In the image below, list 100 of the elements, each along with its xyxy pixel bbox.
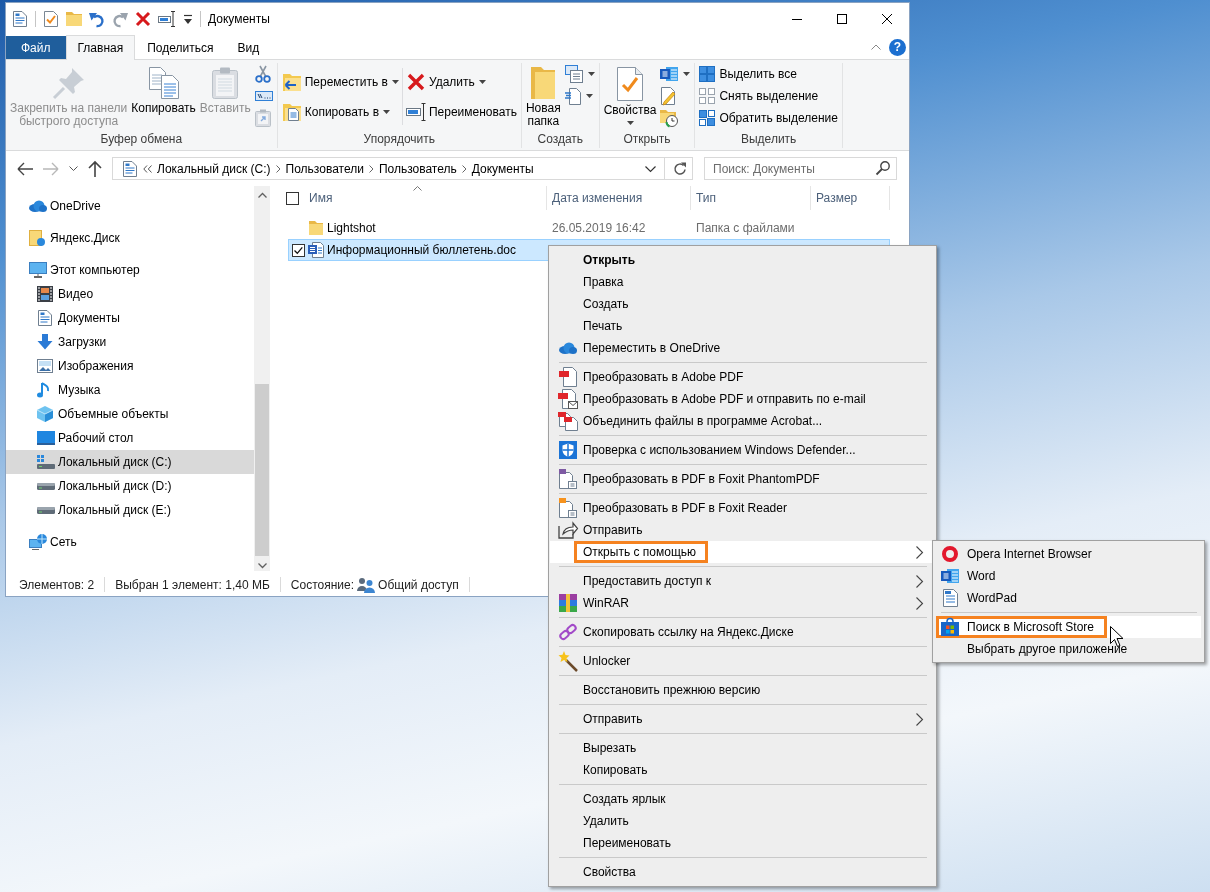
menu-item[interactable]: Отправить (550, 708, 935, 730)
ribbon-button[interactable] (564, 85, 595, 107)
menu-item[interactable]: Переместить в OneDrive (550, 337, 935, 359)
chevron-down-icon[interactable] (69, 166, 78, 171)
nav-item[interactable]: Локальный диск (E:) (6, 498, 254, 522)
back-arrow-icon[interactable] (17, 161, 33, 176)
nav-item[interactable]: Видео (6, 282, 254, 306)
scrollbar[interactable] (254, 186, 270, 571)
menu-item[interactable]: Unlocker (550, 650, 935, 672)
undo-icon[interactable] (89, 11, 105, 27)
chevron-right-icon[interactable] (275, 164, 281, 173)
menu-item[interactable]: Преобразовать в PDF в Foxit PhantomPDF (550, 468, 935, 490)
refresh-icon[interactable] (673, 161, 687, 176)
scrollbar-thumb[interactable] (255, 384, 269, 556)
chevron-down-icon[interactable] (645, 165, 656, 172)
menu-item[interactable]: Преобразовать в Adobe PDF и отправить по e-mail (550, 388, 935, 410)
menu-item[interactable]: Opera Internet Browser (936, 543, 1201, 565)
ribbon-button[interactable] (254, 63, 273, 85)
double-chevron-icon[interactable] (143, 164, 152, 173)
chevron-right-icon[interactable] (368, 164, 374, 173)
menu-item[interactable]: Переименовать (550, 832, 935, 854)
nav-item[interactable]: Локальный диск (D:) (6, 474, 254, 498)
scroll-down-icon[interactable] (257, 563, 267, 568)
nav-item[interactable]: Сеть (6, 530, 254, 554)
row-checkbox[interactable] (292, 243, 305, 257)
caret-icon[interactable] (183, 13, 193, 25)
nav-item[interactable]: Загрузки (6, 330, 254, 354)
column-header[interactable]: Дата изменения (546, 186, 690, 210)
menu-item[interactable]: Отправить (550, 519, 935, 541)
breadcrumb[interactable]: Локальный диск (C:) (157, 161, 271, 176)
nav-item[interactable]: Документы (6, 306, 254, 330)
help-button[interactable]: ? (889, 38, 906, 56)
menu-item[interactable]: Удалить (550, 810, 935, 832)
ribbon-button[interactable] (564, 63, 595, 85)
redo-icon[interactable] (112, 11, 128, 27)
cross-icon[interactable] (135, 11, 151, 27)
menu-item[interactable]: Копировать (550, 759, 935, 781)
group-label: Открыть (622, 131, 672, 148)
ribbon-button[interactable]: Новая папка (523, 63, 563, 128)
chevron-up-icon[interactable] (871, 44, 881, 50)
shopping-bag-icon (941, 618, 959, 636)
scroll-up-icon[interactable] (257, 193, 267, 198)
menu-item[interactable]: Правка (550, 271, 935, 293)
menu-item[interactable]: Скопировать ссылку на Яндекс.Диске (550, 621, 935, 643)
ribbon-tab[interactable]: Вид (225, 35, 272, 59)
nav-item[interactable]: Изображения (6, 354, 254, 378)
menu-item[interactable]: Поиск в Microsoft Store (936, 616, 1201, 638)
document-check-icon[interactable] (43, 11, 59, 27)
up-arrow-icon[interactable] (88, 160, 102, 177)
ribbon-button[interactable]: Выделить все (699, 63, 838, 85)
menu-item[interactable]: Восстановить прежнюю версию (550, 679, 935, 701)
menu-item[interactable]: Открыть с помощью (550, 541, 935, 563)
menu-item[interactable]: Проверка с использованием Windows Defender... (550, 439, 935, 461)
type-cell-text: Папка с файлами (695, 221, 796, 235)
chevron-right-icon[interactable] (461, 164, 467, 173)
menu-item[interactable]: Создать ярлык (550, 788, 935, 810)
nav-item[interactable]: Этот компьютер (6, 258, 254, 282)
menu-item[interactable]: Свойства (550, 861, 935, 883)
ribbon-button[interactable]: Снять выделение (699, 85, 838, 107)
document-icon[interactable] (12, 11, 28, 27)
column-header[interactable]: Имя (299, 186, 546, 210)
nav-item[interactable]: Рабочий стол (6, 426, 254, 450)
folder-icon (309, 221, 323, 235)
ribbon-button[interactable]: Свойства (601, 63, 659, 125)
nav-item[interactable]: Музыка (6, 378, 254, 402)
column-header[interactable]: Тип (690, 186, 810, 210)
menu-item[interactable]: Преобразовать в Adobe PDF (550, 366, 935, 388)
nav-item[interactable]: Яндекс.Диск (6, 226, 254, 250)
address-bar[interactable]: Локальный диск (C:) Пользователи Пользователь Документы (112, 157, 693, 180)
nav-item[interactable]: OneDrive (6, 194, 254, 218)
ribbon-button[interactable]: Обратить выделение (699, 107, 838, 129)
menu-item[interactable]: Преобразовать в PDF в Foxit Reader (550, 497, 935, 519)
column-header[interactable]: Размер (810, 186, 890, 210)
menu-item[interactable]: Вырезать (550, 737, 935, 759)
ribbon-button[interactable]: Удалить (405, 70, 517, 93)
menu-item[interactable]: Создать (550, 293, 935, 315)
menu-item[interactable]: Предоставить доступ к (550, 570, 935, 592)
menu-item[interactable]: Выбрать другое приложение (936, 638, 1201, 660)
ribbon-button[interactable]: Копировать в (281, 100, 399, 123)
file-row[interactable]: Lightshot 26.05.2019 16:42 Папка с файлами (288, 217, 890, 239)
menu-item[interactable]: WinRAR (550, 592, 935, 614)
menu-item[interactable]: WordPad (936, 587, 1201, 609)
breadcrumb[interactable]: Документы (471, 161, 534, 176)
nav-item[interactable]: Объемные объекты (6, 402, 254, 426)
ribbon-button[interactable]: Переименовать (405, 100, 517, 123)
menu-item[interactable]: Объединить файлы в программе Acrobat... (550, 410, 935, 432)
search-field[interactable]: Поиск: Документы (704, 157, 897, 180)
ribbon-tab[interactable]: Главная (65, 35, 136, 60)
menu-item[interactable]: Печать (550, 315, 935, 337)
select-all-checkbox[interactable] (286, 191, 299, 205)
ribbon-tab[interactable]: Файл (6, 36, 66, 59)
breadcrumb[interactable]: Пользователь (378, 161, 457, 176)
ribbon-button[interactable]: Копировать (129, 63, 198, 115)
breadcrumb[interactable]: Пользователи (285, 161, 364, 176)
ribbon-button[interactable]: Переместить в (281, 70, 399, 93)
menu-item[interactable]: Открыть (550, 249, 935, 271)
menu-item[interactable]: Word (936, 565, 1201, 587)
nav-item[interactable]: Локальный диск (C:) (6, 450, 254, 474)
ribbon-tab[interactable]: Поделиться (135, 35, 226, 59)
text-cursor-icon[interactable] (158, 11, 176, 27)
